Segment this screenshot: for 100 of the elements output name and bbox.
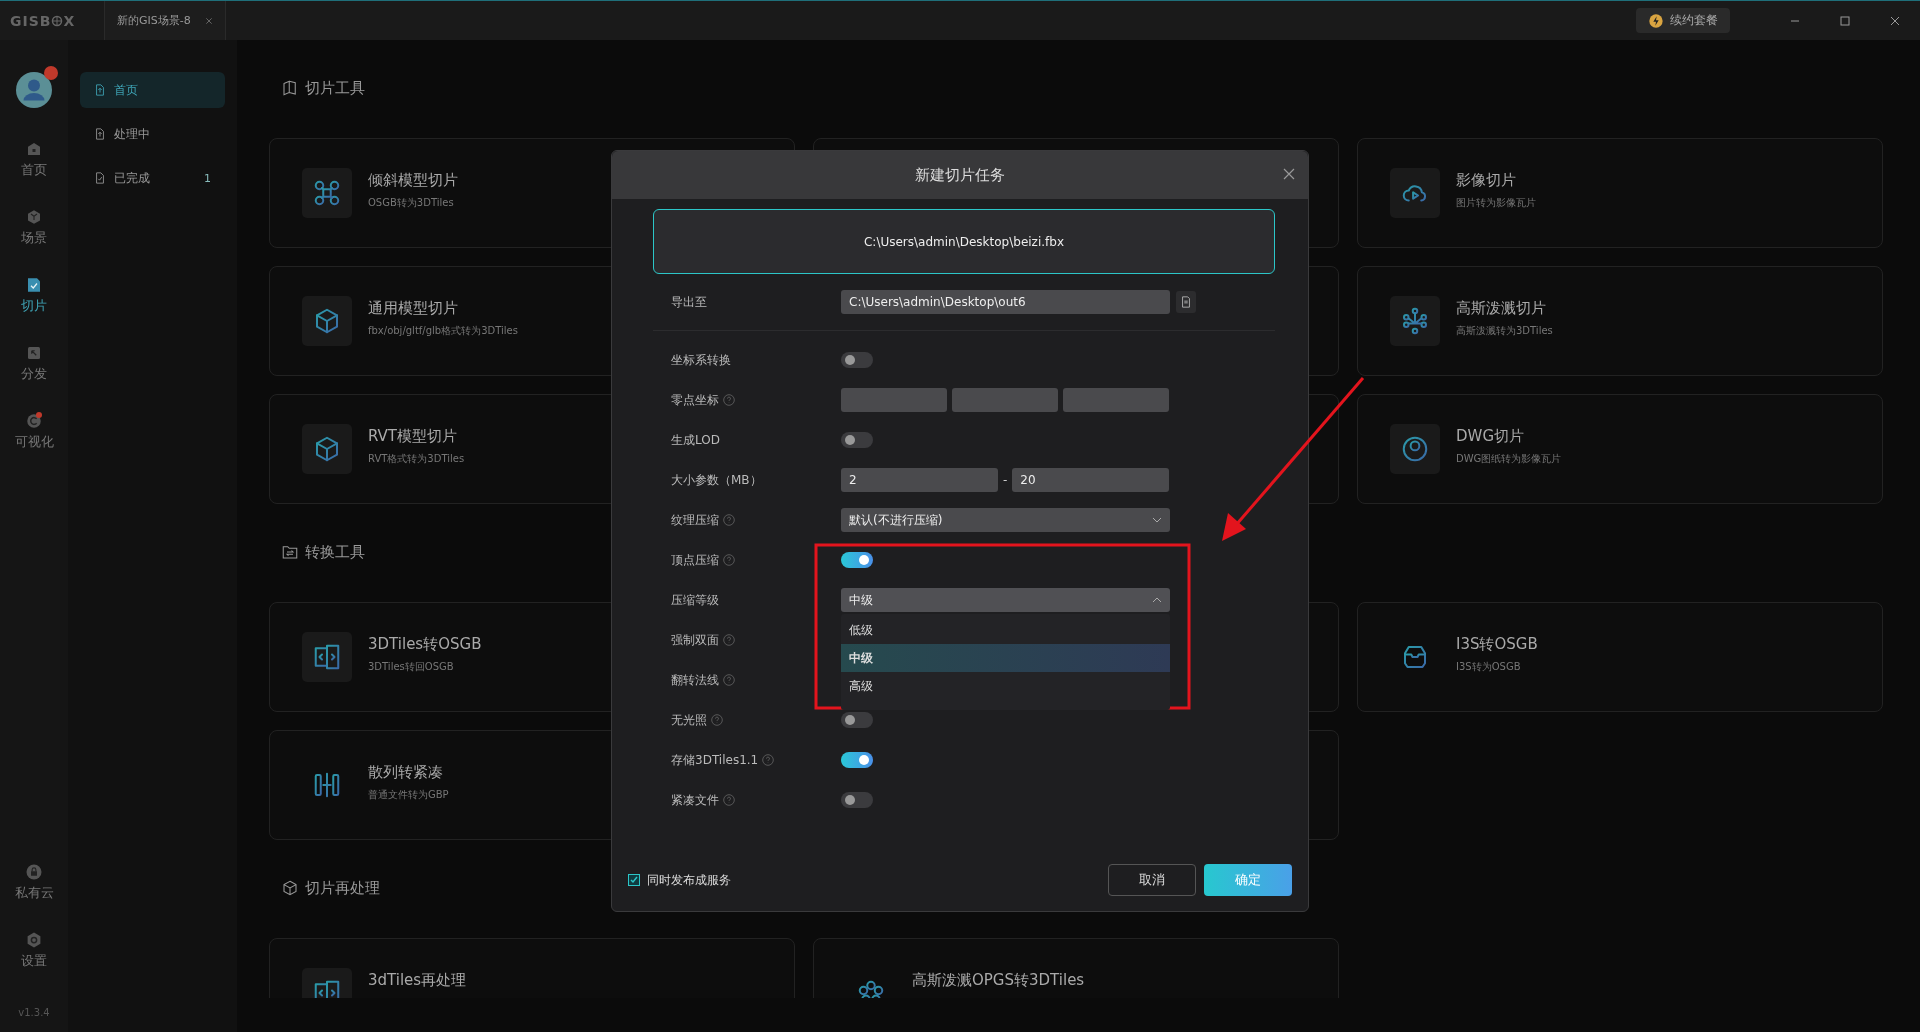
checkbox-label: 同时发布成服务 [647, 871, 731, 889]
tool-card[interactable]: 高斯泼溅切片 高斯泼溅转为3DTiles [1357, 266, 1883, 376]
tool-card[interactable]: 高斯泼溅OPGS转3DTiles [813, 938, 1339, 998]
toggle-switch[interactable] [841, 712, 873, 728]
card-title: 3dTiles再处理 [368, 971, 467, 990]
toggle-switch[interactable] [841, 752, 873, 768]
rail-item[interactable]: 场景 [21, 208, 47, 276]
ring-icon [25, 412, 43, 430]
bracket-bars-icon [312, 770, 342, 800]
card-subtitle: RVT格式转为3DTiles [368, 452, 465, 466]
count-label: 1 [204, 171, 211, 185]
coordinate-field[interactable] [952, 388, 1058, 412]
section-title: 切片再处理 [305, 878, 380, 898]
toggle-switch[interactable] [841, 352, 873, 368]
nav-item[interactable]: 处理中 [80, 116, 225, 152]
tool-card[interactable]: DWG切片 DWG图纸转为影像瓦片 [1357, 394, 1883, 504]
rail-item[interactable]: 首页 [21, 140, 47, 208]
max-size-field[interactable]: 20 [1012, 468, 1170, 492]
avatar-icon [16, 72, 52, 108]
app-logo: GISB X [9, 11, 77, 31]
nav-item[interactable]: 首页 [80, 72, 225, 108]
card-subtitle: I3S转为OSGB [1456, 660, 1522, 674]
split-panel-icon [312, 642, 342, 672]
tool-card[interactable]: 3dTiles再处理 [269, 938, 795, 998]
rail-item[interactable]: 切片 [21, 276, 47, 344]
nodes-icon [1400, 306, 1430, 336]
card-subtitle: 3DTiles转回OSGB [368, 660, 455, 674]
card-title: 高斯泼溅切片 [1456, 299, 1547, 318]
file-drop-area[interactable]: C:\Users\admin\Desktop\beizi.fbx [653, 209, 1275, 274]
coordinate-field[interactable] [841, 388, 947, 412]
card-title: I3S转OSGB [1456, 635, 1538, 654]
arrow-box-icon [25, 344, 43, 362]
document-check-icon [25, 276, 43, 294]
nav-item[interactable]: 已完成 1 [80, 160, 225, 196]
rail-item[interactable]: 分发 [21, 344, 47, 412]
document-icon [1180, 296, 1192, 308]
toggle-switch[interactable] [841, 432, 873, 448]
card-title: 影像切片 [1456, 171, 1517, 190]
field-label: 零点坐标 [671, 391, 719, 409]
card-subtitle: 图片转为影像瓦片 [1456, 196, 1536, 210]
plan-button[interactable]: 续约套餐 [1636, 8, 1730, 33]
field-label: 纹理压缩 [671, 511, 719, 529]
tool-card[interactable]: I3S转OSGB I3S转为OSGB [1357, 602, 1883, 712]
field-label: 紧凑文件 [671, 791, 719, 809]
field-label: 大小参数（MB） [671, 471, 762, 489]
close-button[interactable] [1889, 14, 1901, 27]
scene-tab[interactable]: 新的GIS场景-8 [104, 1, 226, 40]
folder-button[interactable] [1176, 291, 1196, 313]
home-icon [25, 140, 43, 158]
field-label: 生成LOD [671, 431, 720, 449]
circle-icon [1400, 434, 1430, 464]
rail-item[interactable]: 可视化 [14, 412, 54, 480]
document-icon [94, 128, 106, 140]
folder-swap-icon [281, 543, 299, 561]
coordinate-field[interactable] [1063, 388, 1169, 412]
card-title: DWG切片 [1456, 427, 1525, 446]
cancel-button[interactable]: 取消 [1108, 864, 1196, 896]
dropdown[interactable]: 默认(不进行压缩) [841, 508, 1170, 532]
checkbox[interactable] [628, 874, 640, 886]
field-label: 存储3DTiles1.1 [671, 751, 759, 769]
dropdown-option[interactable]: 中级 [841, 644, 1170, 672]
card-title: 高斯泼溅OPGS转3DTiles [912, 971, 1085, 990]
lock-icon [25, 863, 43, 881]
close-icon [204, 16, 213, 25]
card-title: 3DTiles转OSGB [368, 635, 482, 654]
section-title: 切片工具 [305, 78, 365, 98]
card-subtitle: 高斯泼溅转为3DTiles [1456, 324, 1553, 338]
bolt-icon [1648, 12, 1664, 29]
chevron-icon [1152, 595, 1162, 605]
cube-icon [25, 208, 43, 226]
settings-icon [25, 931, 43, 949]
card-title: 倾斜模型切片 [368, 171, 458, 190]
path-field[interactable]: C:\Users\admin\Desktop\out6 [841, 290, 1170, 314]
dropdown-option[interactable]: 高级 [841, 672, 1170, 700]
toggle-switch[interactable] [841, 552, 873, 568]
field-label: 无光照 [671, 711, 707, 729]
close-button[interactable] [1282, 167, 1296, 181]
range-separator: - [1003, 473, 1008, 487]
min-size-field[interactable]: 2 [841, 468, 998, 492]
document-icon [94, 172, 106, 184]
rail-item[interactable]: 私有云 [14, 863, 54, 931]
maximize-button[interactable] [1839, 14, 1851, 27]
hexagon-icon [281, 879, 299, 897]
field-label: 强制双面 [671, 631, 719, 649]
tool-card[interactable]: 影像切片 图片转为影像瓦片 [1357, 138, 1883, 248]
version-label: v1.3.4 [18, 1007, 50, 1018]
dialog-title: 新建切片任务 [915, 165, 1005, 185]
card-title: 散列转紧凑 [368, 763, 444, 782]
card-title: 通用模型切片 [368, 299, 459, 318]
field-label: 顶点压缩 [671, 551, 719, 569]
toggle-switch[interactable] [841, 792, 873, 808]
card-subtitle: DWG图纸转为影像瓦片 [1456, 452, 1562, 466]
rail-item[interactable]: 设置 [21, 931, 47, 999]
section-title: 转换工具 [305, 542, 365, 562]
drone-icon [312, 178, 342, 208]
chevron-icon [1152, 515, 1162, 525]
field-label: 导出至 [671, 293, 707, 311]
card-subtitle: OSGB转为3DTiles [368, 196, 455, 210]
card-subtitle: 普通文件转为GBP [368, 788, 449, 802]
dropdown-option[interactable]: 低级 [841, 616, 1170, 644]
